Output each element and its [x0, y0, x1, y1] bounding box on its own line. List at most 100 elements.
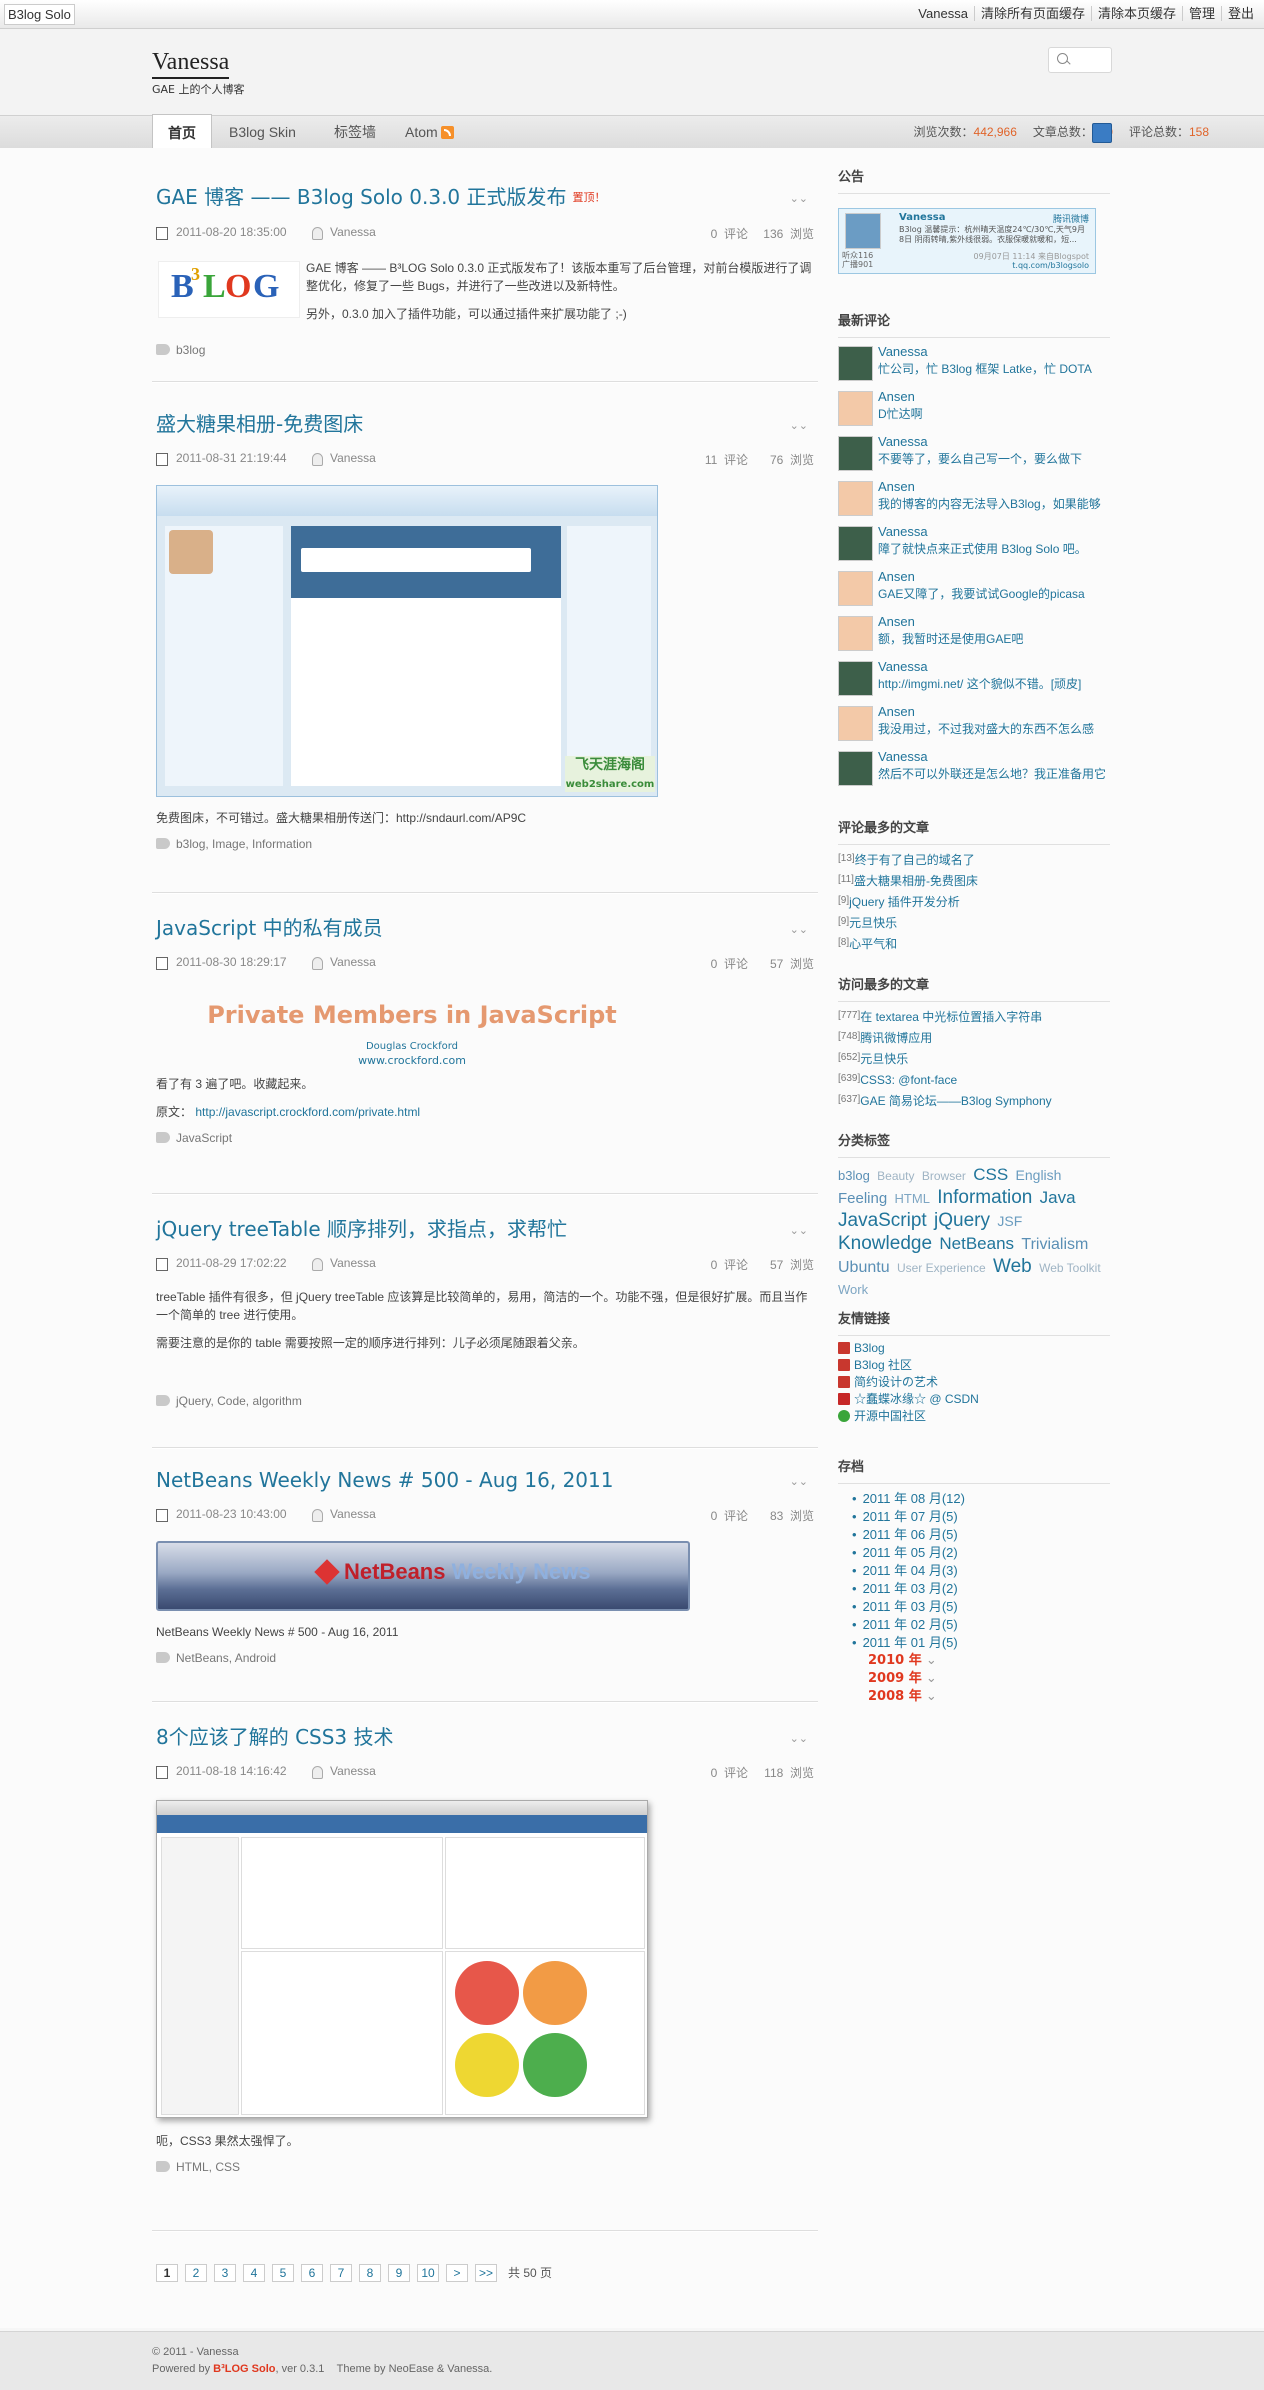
comment-text[interactable]: 不要等了，要么自己写一个，要么做下 [878, 450, 1110, 467]
collapse-icon[interactable]: ⌄⌄ [790, 1732, 808, 1745]
article-list-item[interactable]: [637]GAE 简易论坛——B3log Symphony [838, 1090, 1110, 1111]
friend-link-label[interactable]: B3log [854, 1341, 885, 1355]
recent-comment-item[interactable]: Vanessa 忙公司，忙 B3log 框架 Latke，忙 DOTA [838, 344, 1110, 389]
recent-comment-item[interactable]: Ansen 我的博客的内容无法导入B3log，如果能够 [838, 479, 1110, 524]
article-link[interactable]: 心平气和 [849, 937, 897, 951]
comment-author[interactable]: Vanessa [878, 434, 928, 449]
tag-list[interactable]: HTML, CSS [176, 2160, 240, 2174]
article-tags[interactable]: b3log, Image, Information [156, 837, 818, 851]
expand-icon[interactable]: ⌄ [922, 1653, 937, 1668]
tencent-weibo-widget[interactable]: Vanessa 腾讯微博 B3log 温馨提示：杭州晴天温度24℃/30℃,天气… [838, 208, 1096, 274]
tag-list[interactable]: JavaScript [176, 1131, 232, 1145]
page-7[interactable]: 7 [330, 2264, 352, 2282]
comment-count[interactable]: 0 评论 [711, 1507, 748, 1524]
recent-comment-item[interactable]: Vanessa 障了就快点来正式使用 B3log Solo 吧。 [838, 524, 1110, 569]
article-link[interactable]: 在 textarea 中光标位置插入字符串 [860, 1010, 1042, 1024]
article-list-item[interactable]: [9]元旦快乐 [838, 912, 1110, 933]
user-link[interactable]: Vanessa [912, 6, 974, 21]
archive-month[interactable]: • 2011 年 03 月(5) [852, 1598, 1110, 1616]
archive-year[interactable]: 2008 年 ⌄ [868, 1688, 1110, 1706]
page-3[interactable]: 3 [214, 2264, 236, 2282]
article-author[interactable]: Vanessa [330, 1256, 376, 1270]
comment-author[interactable]: Vanessa [878, 344, 928, 359]
article-title[interactable]: NetBeans Weekly News # 500 - Aug 16, 201… [156, 1468, 613, 1492]
comment-author[interactable]: Vanessa [878, 749, 928, 764]
archive-year[interactable]: 2009 年 ⌄ [868, 1670, 1110, 1688]
tab-tag-wall[interactable]: 标签墙 [334, 116, 376, 148]
article-tags[interactable]: jQuery, Code, algorithm [156, 1394, 818, 1408]
admin-link[interactable]: 管理 [1181, 6, 1221, 21]
page-2[interactable]: 2 [185, 2264, 207, 2282]
friend-link[interactable]: B3log 社区 [838, 1357, 1110, 1374]
comment-author[interactable]: Ansen [878, 479, 915, 494]
next-page-button[interactable]: > [446, 2264, 468, 2282]
article-author[interactable]: Vanessa [330, 955, 376, 969]
translate-icon[interactable] [1092, 123, 1112, 143]
comment-author[interactable]: Ansen [878, 704, 915, 719]
recent-comment-item[interactable]: Ansen D忙达啊 [838, 389, 1110, 434]
article-link[interactable]: GAE 简易论坛——B3log Symphony [860, 1094, 1051, 1108]
tag-cloud-item[interactable]: Java [1040, 1188, 1076, 1207]
tag-cloud-item[interactable]: b3log [838, 1168, 870, 1183]
article-list-item[interactable]: [748]腾讯微博应用 [838, 1027, 1110, 1048]
friend-link-label[interactable]: ☆蠢蝶冰缘☆ @ CSDN [854, 1392, 979, 1406]
article-tags[interactable]: NetBeans, Android [156, 1651, 818, 1665]
article-title[interactable]: 盛大糖果相册-免费图床 [156, 412, 363, 436]
archive-year-label[interactable]: 2009 年 [868, 1671, 922, 1686]
last-page-button[interactable]: >> [475, 2264, 498, 2282]
archive-month[interactable]: • 2011 年 03 月(2) [852, 1580, 1110, 1598]
archive-month[interactable]: • 2011 年 04 月(3) [852, 1562, 1110, 1580]
comment-text[interactable]: GAE又障了，我要试试Google的picasa [878, 585, 1110, 602]
article-link[interactable]: 元旦快乐 [860, 1052, 908, 1066]
archive-month[interactable]: • 2011 年 07 月(5) [852, 1508, 1110, 1526]
comment-count[interactable]: 0 评论 [711, 225, 748, 242]
recent-comment-item[interactable]: Vanessa 然后不可以外联还是怎么地？我正准备用它 [838, 749, 1110, 794]
archive-month[interactable]: • 2011 年 08 月(12) [852, 1490, 1110, 1508]
friend-link-label[interactable]: 开源中国社区 [854, 1409, 926, 1423]
comment-text[interactable]: 我没用过，不过我对盛大的东西不怎么感 [878, 720, 1110, 737]
clear-all-cache-link[interactable]: 清除所有页面缓存 [973, 6, 1091, 21]
comment-count[interactable]: 0 评论 [711, 1256, 748, 1273]
tag-cloud-item[interactable]: JSF [997, 1213, 1022, 1229]
comment-author[interactable]: Vanessa [878, 524, 928, 539]
article-tags[interactable]: b3log [156, 343, 818, 357]
recent-comment-item[interactable]: Ansen 额，我暂时还是使用GAE吧 [838, 614, 1110, 659]
recent-comment-item[interactable]: Ansen GAE又障了，我要试试Google的picasa [838, 569, 1110, 614]
article-link[interactable]: jQuery 插件开发分析 [849, 895, 960, 909]
tag-cloud-item[interactable]: Browser [922, 1169, 966, 1183]
tag-cloud-item[interactable]: Beauty [877, 1169, 914, 1183]
notice-footer[interactable]: t.qq.com/b3logsolo [1012, 261, 1089, 270]
comment-count[interactable]: 11 评论 [705, 451, 748, 468]
page-8[interactable]: 8 [359, 2264, 381, 2282]
avatar[interactable] [838, 571, 873, 606]
collapse-icon[interactable]: ⌄⌄ [790, 1475, 808, 1488]
archive-month-label[interactable]: 2011 年 06 月(5) [863, 1527, 958, 1542]
logout-link[interactable]: 登出 [1220, 6, 1260, 21]
collapse-icon[interactable]: ⌄⌄ [790, 923, 808, 936]
notice-name[interactable]: Vanessa [899, 212, 946, 223]
article-list-item[interactable]: [777]在 textarea 中光标位置插入字符串 [838, 1006, 1110, 1027]
article-author[interactable]: Vanessa [330, 451, 376, 465]
powered-brand[interactable]: B³LOG Solo [213, 2363, 275, 2375]
comment-text[interactable]: http://imgmi.net/ 这个貌似不错。[顽皮] [878, 675, 1110, 692]
comment-author[interactable]: Ansen [878, 614, 915, 629]
page-6[interactable]: 6 [301, 2264, 323, 2282]
archive-year-label[interactable]: 2010 年 [868, 1653, 922, 1668]
tag-cloud-item[interactable]: Trivialism [1021, 1236, 1088, 1253]
tag-cloud-item[interactable]: HTML [895, 1191, 930, 1206]
friend-link-label[interactable]: B3log 社区 [854, 1358, 912, 1372]
article-list-item[interactable]: [652]元旦快乐 [838, 1048, 1110, 1069]
article-author[interactable]: Vanessa [330, 1764, 376, 1778]
expand-icon[interactable]: ⌄ [922, 1689, 937, 1704]
notice-link[interactable]: 腾讯微博 [1053, 212, 1089, 225]
article-title[interactable]: GAE 博客 —— B3log Solo 0.3.0 正式版发布 [156, 185, 567, 209]
comment-text[interactable]: 障了就快点来正式使用 B3log Solo 吧。 [878, 540, 1110, 557]
banner-site[interactable]: www.crockford.com [156, 1054, 668, 1067]
recent-comment-item[interactable]: Vanessa http://imgmi.net/ 这个貌似不错。[顽皮] [838, 659, 1110, 704]
article-tags[interactable]: HTML, CSS [156, 2160, 818, 2174]
tag-cloud-item[interactable]: User Experience [897, 1261, 986, 1275]
comment-count[interactable]: 0 评论 [711, 1764, 748, 1781]
article-link[interactable]: 腾讯微博应用 [860, 1031, 932, 1045]
recent-comment-item[interactable]: Vanessa 不要等了，要么自己写一个，要么做下 [838, 434, 1110, 479]
tag-cloud-item[interactable]: Web [993, 1256, 1032, 1277]
